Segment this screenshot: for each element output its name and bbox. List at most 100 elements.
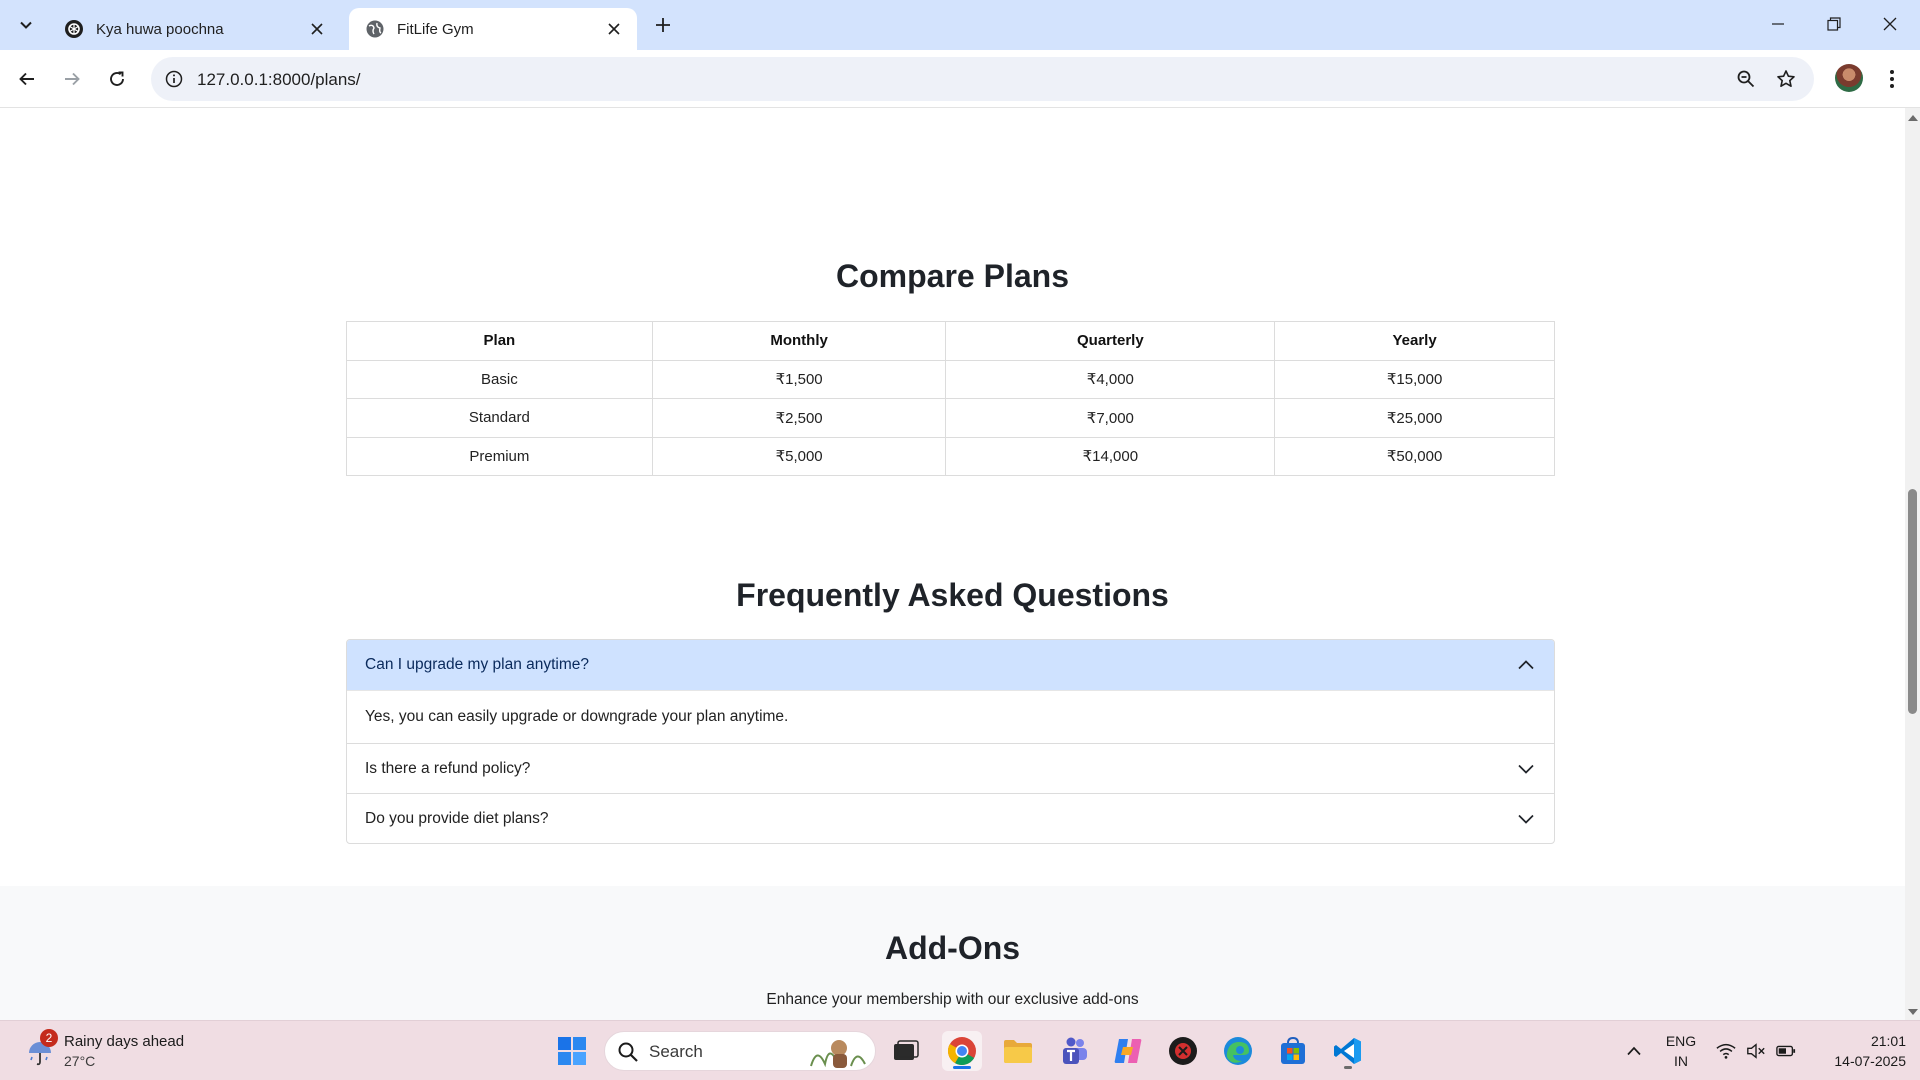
system-tray-icons[interactable] [1716, 1039, 1796, 1063]
close-tab-icon[interactable] [603, 18, 625, 40]
yearly-price-cell: ₹50,000 [1274, 436, 1555, 476]
scroll-thumb[interactable] [1908, 489, 1917, 714]
taskbar-clock[interactable]: 21:01 14-07-2025 [1810, 1031, 1906, 1071]
edge-button[interactable] [1218, 1031, 1258, 1071]
site-info-icon[interactable] [161, 66, 187, 92]
faq-question-text: Is there a refund policy? [365, 759, 531, 777]
monthly-price-cell: ₹5,000 [651, 436, 947, 476]
close-tab-icon[interactable] [306, 18, 328, 40]
plan-name-cell: Premium [346, 436, 653, 476]
chevron-down-icon [20, 21, 32, 29]
file-explorer-button[interactable] [998, 1031, 1038, 1071]
chevron-down-icon [1516, 809, 1536, 829]
copilot-button[interactable] [1108, 1031, 1148, 1071]
faq-question-refund[interactable]: Is there a refund policy? [347, 743, 1554, 793]
plan-name-cell: Basic [346, 359, 653, 399]
tab-fitlife-gym[interactable]: FitLife Gym [349, 8, 637, 50]
browser-toolbar: 127.0.0.1:8000/plans/ [0, 50, 1920, 108]
chevron-down-icon [1516, 759, 1536, 779]
task-view-icon [894, 1040, 919, 1060]
faq-question-text: Do you provide diet plans? [365, 809, 549, 827]
table-row: Basic ₹1,500 ₹4,000 ₹15,000 [346, 359, 1555, 399]
search-placeholder: Search [649, 1042, 703, 1061]
teams-icon [1063, 1037, 1087, 1064]
new-tab-button[interactable] [648, 10, 678, 40]
monthly-price-cell: ₹2,500 [651, 398, 947, 438]
minimize-button[interactable] [1750, 0, 1806, 48]
start-button[interactable] [552, 1031, 592, 1071]
column-header-plan: Plan [346, 321, 653, 361]
column-header-quarterly: Quarterly [945, 321, 1276, 361]
page-scrollbar[interactable] [1905, 108, 1920, 1020]
compare-plans-heading: Compare Plans [836, 258, 1069, 294]
addons-subtitle: Enhance your membership with our exclusi… [766, 991, 1139, 1008]
tab-title: Kya huwa poochna [96, 20, 224, 38]
addons-heading: Add-Ons [884, 930, 1021, 966]
search-highlight-illustration [807, 1036, 867, 1068]
antivirus-button[interactable] [1163, 1031, 1203, 1071]
weather-widget[interactable]: 2 Rainy days ahead 27°C [22, 1029, 212, 1073]
search-icon [617, 1041, 639, 1063]
faq-question-diet[interactable]: Do you provide diet plans? [347, 793, 1554, 843]
task-view-button[interactable] [886, 1031, 926, 1071]
edge-icon [1224, 1037, 1252, 1065]
clock-time: 21:01 [1870, 1033, 1906, 1049]
teams-button[interactable] [1053, 1031, 1093, 1071]
reload-button[interactable] [100, 62, 134, 96]
restore-icon [1827, 17, 1841, 31]
compare-plans-table: Plan Monthly Quarterly Yearly Basic ₹1,5… [346, 321, 1555, 476]
chevron-up-icon [1627, 1046, 1641, 1056]
vscode-button[interactable] [1328, 1031, 1368, 1071]
profile-avatar[interactable] [1835, 64, 1863, 92]
quarterly-price-cell: ₹7,000 [945, 398, 1276, 438]
table-row: Standard ₹2,500 ₹7,000 ₹25,000 [346, 398, 1555, 438]
globe-icon [365, 19, 385, 39]
tab-kya-huwa-poochna[interactable]: Kya huwa poochna [48, 8, 340, 50]
input-language-indicator[interactable]: ENG IN [1664, 1031, 1698, 1071]
page-viewport: Compare Plans Plan Monthly Quarterly Yea… [0, 108, 1905, 1020]
scroll-down-arrow-icon[interactable] [1907, 1006, 1918, 1017]
tab-search-button[interactable] [10, 9, 42, 41]
plus-icon [656, 18, 670, 32]
browser-menu-button[interactable] [1880, 62, 1904, 96]
folder-icon [1004, 1040, 1032, 1063]
chatgpt-icon [64, 19, 84, 39]
back-button[interactable] [10, 62, 44, 96]
battery-icon [1776, 1045, 1796, 1057]
url-text: 127.0.0.1:8000/plans/ [197, 70, 361, 89]
yearly-price-cell: ₹25,000 [1274, 398, 1555, 438]
faq-question-upgrade[interactable]: Can I upgrade my plan anytime? [347, 640, 1554, 690]
address-bar[interactable]: 127.0.0.1:8000/plans/ [151, 57, 1814, 101]
windows-taskbar: 2 Rainy days ahead 27°C Search ENG IN 21… [0, 1020, 1920, 1080]
faq-question-text: Can I upgrade my plan anytime? [365, 656, 590, 673]
taskbar-search[interactable]: Search [604, 1031, 876, 1071]
vscode-icon [1334, 1038, 1361, 1064]
store-button[interactable] [1273, 1031, 1313, 1071]
restore-button[interactable] [1806, 0, 1862, 48]
table-row: Premium ₹5,000 ₹14,000 ₹50,000 [346, 436, 1555, 476]
close-icon [1883, 17, 1897, 31]
language-region: IN [1674, 1053, 1688, 1069]
scroll-up-arrow-icon[interactable] [1907, 112, 1918, 123]
more-vertical-icon [1890, 70, 1894, 88]
yearly-price-cell: ₹15,000 [1274, 359, 1555, 399]
running-app-indicator [1344, 1066, 1352, 1069]
bookmark-star-icon[interactable] [1773, 66, 1799, 92]
plan-name-cell: Standard [346, 398, 653, 438]
tab-title: FitLife Gym [397, 20, 474, 38]
store-icon [1281, 1037, 1305, 1064]
wifi-icon [1716, 1043, 1736, 1059]
weather-temperature: 27°C [64, 1053, 96, 1069]
faq-heading: Frequently Asked Questions [736, 577, 1169, 613]
show-hidden-icons-button[interactable] [1620, 1037, 1648, 1065]
quarterly-price-cell: ₹4,000 [945, 359, 1276, 399]
speaker-muted-icon [1747, 1043, 1765, 1059]
notification-badge: 2 [40, 1029, 58, 1047]
forward-button[interactable] [55, 62, 89, 96]
language-code: ENG [1665, 1033, 1697, 1049]
column-header-monthly: Monthly [651, 321, 947, 361]
close-window-button[interactable] [1862, 0, 1918, 48]
chrome-taskbar-button[interactable] [942, 1031, 982, 1071]
copilot-icon [1114, 1039, 1142, 1063]
zoom-icon[interactable] [1733, 66, 1759, 92]
